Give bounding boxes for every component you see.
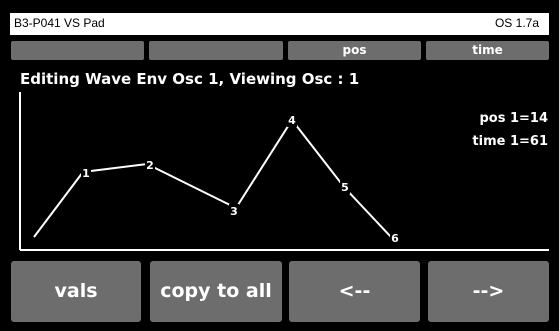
envelope-point-label-5[interactable]: 5 — [341, 181, 349, 194]
envelope-point-label-1[interactable]: 1 — [82, 167, 90, 180]
envelope-point-label-3[interactable]: 3 — [230, 205, 238, 218]
copy-to-all-button[interactable]: copy to all — [150, 261, 282, 322]
envelope-point-label-6[interactable]: 6 — [391, 232, 399, 245]
envelope-point-label-4[interactable]: 4 — [288, 114, 296, 127]
envelope-point-label-2[interactable]: 2 — [146, 159, 154, 172]
next-button[interactable]: --> — [428, 261, 549, 322]
time-readout: time 1=61 — [472, 134, 548, 149]
pos-readout: pos 1=14 — [479, 111, 548, 126]
vals-button[interactable]: vals — [11, 261, 141, 322]
envelope-point-labels: 1 2 3 4 5 6 — [81, 113, 400, 245]
previous-button[interactable]: <-- — [289, 261, 420, 322]
